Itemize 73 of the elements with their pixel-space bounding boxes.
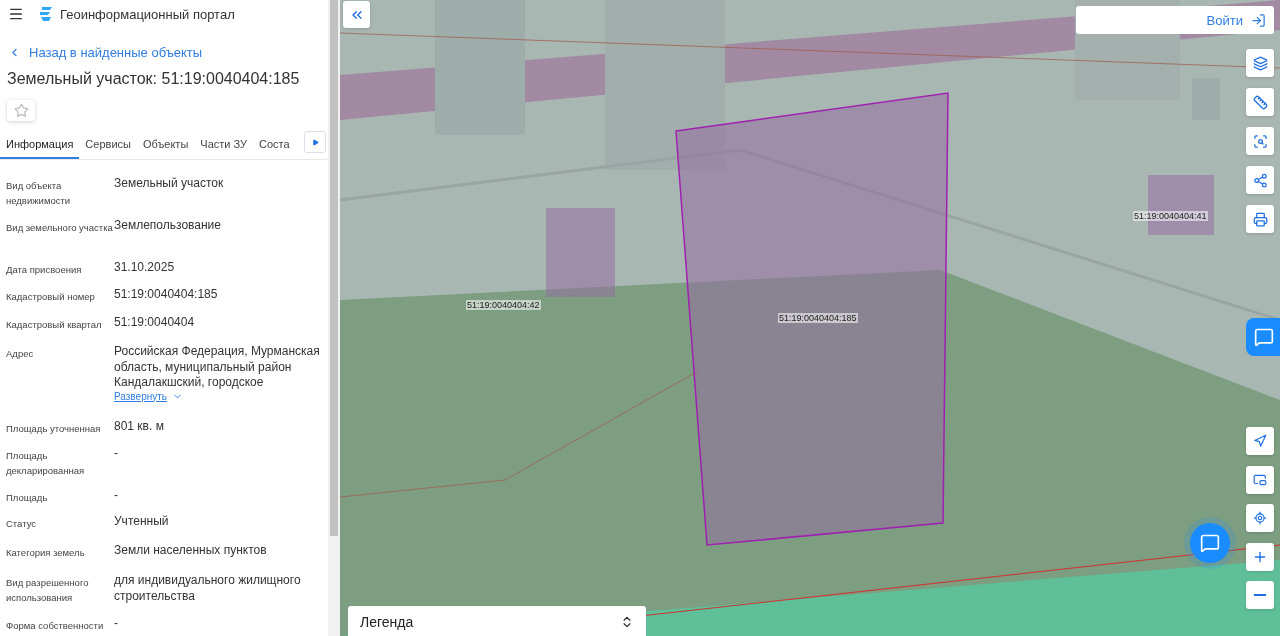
field-value: 51:19:0040404 (114, 315, 196, 331)
tab[interactable]: Части ЗУ (194, 131, 253, 159)
legend-dropdown[interactable]: Легенда (348, 606, 646, 636)
field-label: Кадастровый квартал (6, 318, 103, 332)
play-icon (311, 138, 319, 146)
area-search-button[interactable] (1246, 127, 1274, 155)
favorite-button[interactable] (7, 100, 35, 121)
field-value: Земли населенных пунктов (114, 543, 268, 559)
scroll-right-button[interactable] (304, 131, 326, 153)
minus-icon (1254, 594, 1266, 596)
field-label: Адрес (6, 347, 35, 361)
back-link[interactable]: Назад в найденные объекты (8, 45, 328, 60)
share-button[interactable] (1246, 166, 1274, 194)
tab[interactable]: Объекты (136, 131, 195, 159)
field-label: Вид объекта недвижимости (6, 179, 72, 208)
layers-button[interactable] (1246, 49, 1274, 77)
field-value: - (114, 446, 119, 462)
field-label: Площадь (6, 491, 49, 505)
field-value: Земельный участок (114, 176, 225, 192)
field-value: 51:19:0040404:185 (114, 287, 219, 303)
expand-link[interactable]: Развернуть (114, 390, 322, 402)
field-value: 801 кв. м (114, 419, 165, 435)
chat-icon (1200, 533, 1220, 553)
print-button[interactable] (1246, 205, 1274, 233)
speech-bubble-icon (1254, 327, 1274, 347)
field-label: Площадь декларированная (6, 449, 86, 478)
scan-search-icon (1252, 133, 1268, 149)
printer-icon (1252, 211, 1268, 227)
field-label: Кадастровый номер (6, 290, 96, 304)
tab[interactable]: Соста (253, 131, 296, 159)
parcel-label: 51:19:0040404:41 (1133, 211, 1208, 221)
field-label: Категория земель (6, 546, 86, 560)
share-icon (1252, 172, 1268, 188)
field-value: - (114, 616, 119, 632)
login-icon (1251, 12, 1266, 28)
field-label: Статус (6, 517, 38, 531)
field-value: Российская Федерация, Мурманская область, муниципальный район Кандалакшский, городское (114, 344, 321, 391)
tab[interactable]: Информация (0, 131, 80, 159)
picture-in-picture-icon (1253, 473, 1267, 487)
locate-button[interactable] (1246, 504, 1274, 532)
field-value: - (114, 488, 119, 504)
app-title: Геоинформационный портал (60, 6, 235, 22)
layers-icon (1252, 55, 1268, 71)
zoom-in-button[interactable] (1246, 543, 1274, 571)
field-label: Площадь уточненная (6, 422, 102, 436)
parcel-polygon[interactable] (675, 92, 949, 546)
field-label: Форма собственности (6, 619, 105, 633)
field-value: для индивидуального жилищного строительства (114, 573, 302, 604)
collapse-panel-button[interactable] (343, 1, 370, 28)
menu-icon[interactable] (8, 6, 24, 22)
field-value: 31.10.2025 (114, 260, 176, 276)
field-value: Учтенный (114, 514, 170, 530)
logo-icon (38, 6, 54, 22)
plus-icon (1252, 549, 1268, 565)
navigation-button[interactable] (1246, 427, 1274, 455)
tab[interactable]: Сервисы (79, 131, 137, 159)
field-label: Вид земельного участка (6, 221, 114, 235)
zoom-out-button[interactable] (1246, 581, 1274, 609)
star-icon (13, 103, 29, 118)
ruler-button[interactable] (1246, 88, 1274, 116)
ruler-icon (1252, 94, 1268, 110)
field-label: Дата присвоения (6, 263, 83, 277)
parcel-label: 51:19:0040404:42 (466, 300, 541, 310)
field-value: Землепользование (114, 218, 222, 234)
parcel-label: 51:19:0040404:185 (778, 313, 858, 323)
locate-icon (1253, 511, 1267, 525)
arrow-pointer-icon (1253, 434, 1267, 448)
minimap-button[interactable] (1246, 466, 1274, 494)
scrollbar-thumb[interactable] (330, 0, 338, 536)
side-tab-button[interactable] (1246, 318, 1280, 356)
page-heading: Земельный участок: 51:19:0040404:185 (7, 70, 301, 88)
login-button[interactable]: Войти (1076, 6, 1274, 34)
field-label: Вид разрешенного использования (6, 576, 90, 605)
